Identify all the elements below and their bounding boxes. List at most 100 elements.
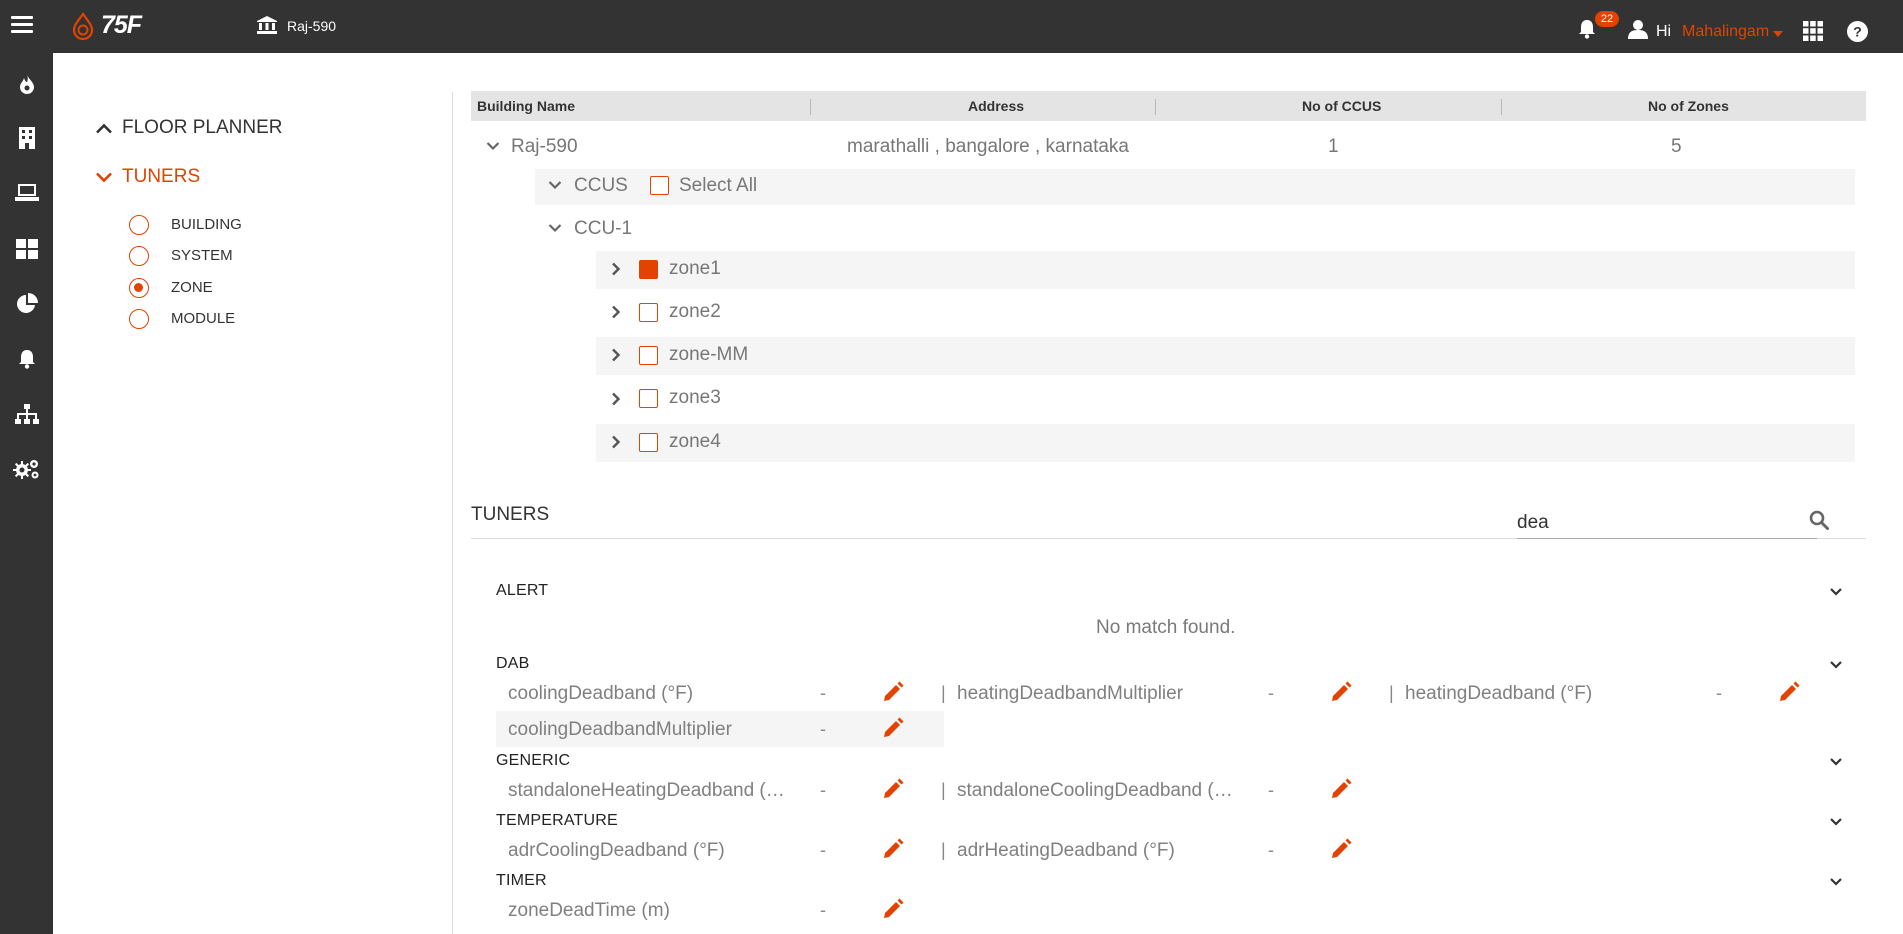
- tuners-toggle[interactable]: TUNERS: [96, 166, 200, 188]
- building-icon[interactable]: [12, 123, 42, 153]
- top-bar: 75F Raj-590 22 Hi Mahalingam ?: [0, 0, 1903, 53]
- param-separator: |: [941, 683, 946, 703]
- param-separator: |: [1389, 683, 1394, 703]
- tuner-param-value: -: [820, 683, 826, 703]
- param-separator: |: [941, 780, 946, 800]
- zone-checkbox[interactable]: [639, 260, 658, 279]
- system-radio-label[interactable]: SYSTEM: [171, 247, 233, 264]
- floor-planner-toggle[interactable]: FLOOR PLANNER: [96, 117, 282, 139]
- sitemap-icon[interactable]: [12, 399, 42, 429]
- user-name: Mahalingam: [1682, 23, 1770, 40]
- header-divider: [1501, 99, 1502, 115]
- module-radio-label[interactable]: MODULE: [171, 310, 235, 327]
- chevron-down-icon[interactable]: [1829, 658, 1843, 672]
- zone-name: zone1: [669, 258, 721, 279]
- svg-text:?: ?: [1853, 23, 1862, 39]
- zone-radio[interactable]: [129, 278, 149, 298]
- search-icon[interactable]: [1808, 508, 1830, 532]
- zone-checkbox[interactable]: [639, 433, 658, 452]
- chevron-down-icon[interactable]: [548, 223, 562, 233]
- header-divider: [810, 99, 811, 115]
- user-name-dropdown[interactable]: Mahalingam: [1682, 23, 1784, 41]
- zone-checkbox[interactable]: [639, 303, 658, 322]
- zone-row: [596, 251, 1855, 289]
- pencil-edit-icon[interactable]: [882, 898, 904, 920]
- module-radio[interactable]: [129, 309, 149, 329]
- chevron-down-icon[interactable]: [1829, 815, 1843, 829]
- tuner-param-value: -: [820, 719, 826, 739]
- header-building-name: Building Name: [477, 98, 576, 114]
- pencil-edit-icon[interactable]: [1330, 681, 1352, 703]
- select-all-label[interactable]: Select All: [679, 175, 757, 197]
- tuner-param-name: zoneDeadTime (m): [508, 900, 670, 921]
- pencil-edit-icon[interactable]: [882, 838, 904, 860]
- user-icon[interactable]: [1627, 18, 1649, 40]
- zone-row: [596, 424, 1855, 462]
- zone-checkbox[interactable]: [639, 389, 658, 408]
- zone-radio-label[interactable]: ZONE: [171, 279, 213, 296]
- pencil-edit-icon[interactable]: [882, 778, 904, 800]
- chevron-down-icon[interactable]: [548, 180, 562, 190]
- notification-badge: 22: [1595, 11, 1619, 27]
- chevron-right-icon[interactable]: [611, 262, 621, 276]
- chevron-right-icon[interactable]: [611, 348, 621, 362]
- zone-name: zone2: [669, 301, 721, 322]
- flame-icon[interactable]: [12, 69, 42, 99]
- site-name[interactable]: Raj-590: [287, 18, 336, 34]
- building-zone-count: 5: [1671, 136, 1682, 157]
- tuner-param-value: -: [1268, 840, 1274, 860]
- pencil-edit-icon[interactable]: [882, 681, 904, 703]
- chevron-down-icon[interactable]: [1829, 755, 1843, 769]
- chevron-right-icon[interactable]: [611, 305, 621, 319]
- section-temperature: TEMPERATURE: [496, 812, 618, 829]
- chevron-right-icon[interactable]: [611, 435, 621, 449]
- dashboard-icon[interactable]: [12, 234, 42, 264]
- search-input[interactable]: [1517, 508, 1817, 539]
- chevron-down-icon: [96, 172, 112, 182]
- tuner-param-name: adrCoolingDeadband (°F): [508, 840, 725, 861]
- building-address: marathalli , bangalore , karnataka: [847, 136, 1129, 157]
- pencil-edit-icon[interactable]: [1778, 681, 1800, 703]
- chevron-down-icon[interactable]: [1829, 875, 1843, 889]
- section-dab: DAB: [496, 655, 530, 672]
- caret-down-icon: [1773, 31, 1784, 37]
- section-alert: ALERT: [496, 582, 549, 599]
- system-radio[interactable]: [129, 246, 149, 266]
- ccus-label: CCUS: [574, 175, 628, 196]
- select-all-checkbox[interactable]: [650, 176, 669, 195]
- panel-divider: [452, 92, 453, 934]
- section-generic: GENERIC: [496, 752, 571, 769]
- apps-grid-icon[interactable]: [1802, 20, 1824, 42]
- pencil-edit-icon[interactable]: [1330, 838, 1352, 860]
- chevron-down-icon[interactable]: [486, 141, 500, 151]
- tuner-param-name: standaloneCoolingDeadband (…: [957, 780, 1233, 801]
- pencil-edit-icon[interactable]: [1330, 778, 1352, 800]
- pie-chart-icon[interactable]: [12, 289, 42, 319]
- no-match-text: No match found.: [1096, 617, 1236, 638]
- chevron-right-icon[interactable]: [611, 392, 621, 406]
- zone-row: [596, 337, 1855, 375]
- tuner-param-value: -: [1716, 683, 1722, 703]
- zone-checkbox[interactable]: [639, 346, 658, 365]
- tuner-param-name: coolingDeadbandMultiplier: [508, 719, 732, 740]
- logo-icon: [68, 12, 98, 42]
- tuners-title: TUNERS: [471, 504, 550, 525]
- building-radio[interactable]: [129, 215, 149, 235]
- zone-name: zone4: [669, 431, 721, 452]
- tuner-param-name: standaloneHeatingDeadband (…: [508, 780, 785, 801]
- tuners-label: TUNERS: [122, 166, 201, 187]
- bell-nav-icon[interactable]: [12, 344, 42, 374]
- zone-name: zone3: [669, 387, 721, 408]
- tuner-param-name: coolingDeadband (°F): [508, 683, 694, 704]
- laptop-icon[interactable]: [12, 178, 42, 208]
- hamburger-menu-icon[interactable]: [8, 10, 36, 38]
- cogs-icon[interactable]: [12, 454, 42, 484]
- pencil-edit-icon[interactable]: [882, 717, 904, 739]
- building-name: Raj-590: [511, 136, 578, 157]
- tuner-param-name: adrHeatingDeadband (°F): [957, 840, 1175, 861]
- help-icon[interactable]: ?: [1846, 20, 1868, 42]
- chevron-down-icon[interactable]: [1829, 585, 1843, 599]
- building-radio-label[interactable]: BUILDING: [171, 216, 242, 233]
- tuner-param-value: -: [1268, 780, 1274, 800]
- header-divider: [1155, 99, 1156, 115]
